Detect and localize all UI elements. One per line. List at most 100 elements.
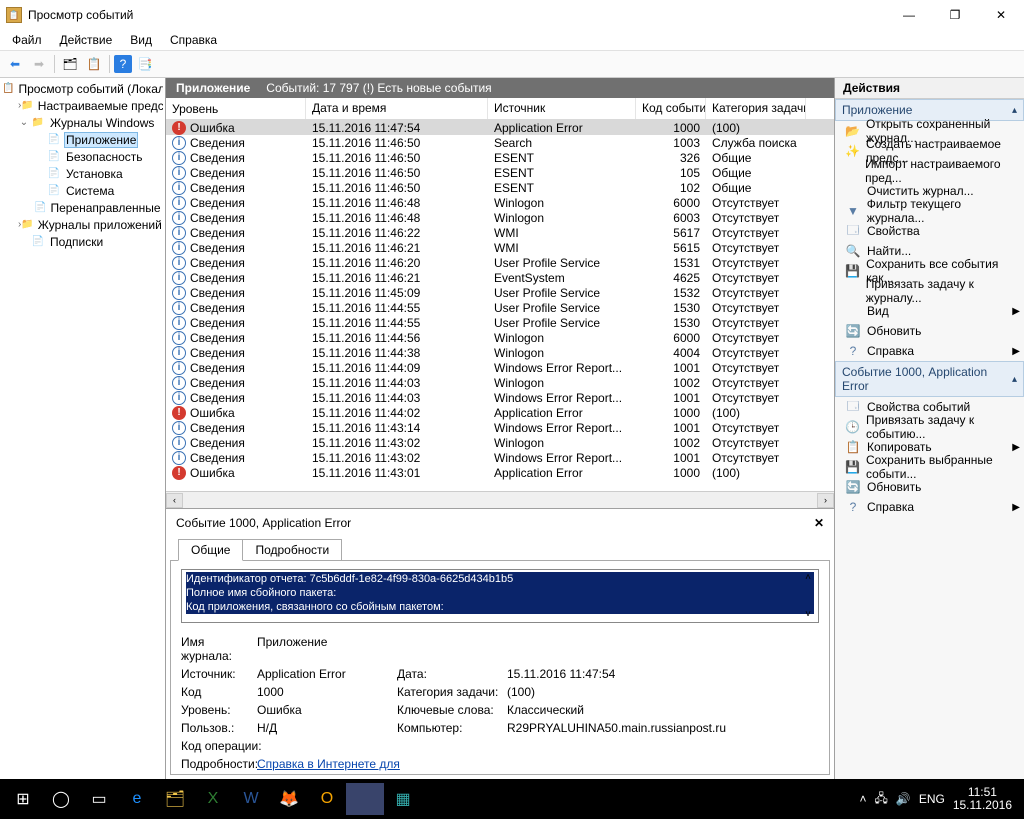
event-row[interactable]: iСведения 15.11.2016 11:44:38 Winlogon 4…	[166, 345, 834, 360]
col-eventid[interactable]: Код события	[636, 98, 706, 119]
event-row[interactable]: iСведения 15.11.2016 11:46:50 Search 100…	[166, 135, 834, 150]
scroll-down-icon[interactable]: ˅	[800, 609, 816, 620]
excel-icon[interactable]: X	[194, 783, 232, 815]
tray-network-icon[interactable]: 🖧	[874, 789, 887, 810]
detail-message-box[interactable]: Идентификатор отчета: 7c5b6ddf-1e82-4f99…	[181, 569, 819, 623]
col-source[interactable]: Источник	[488, 98, 636, 119]
detail-close-button[interactable]: ✕	[814, 516, 824, 530]
center-pane: Приложение Событий: 17 797 (!) Есть новы…	[166, 78, 835, 779]
actions-section-label: Приложение	[842, 103, 912, 117]
scroll-right-button[interactable]: ›	[817, 493, 834, 508]
actions-section-event[interactable]: Событие 1000, Application Error ▴	[835, 361, 1024, 397]
action-icon: 📂	[845, 124, 860, 138]
close-button[interactable]: ✕	[978, 0, 1024, 30]
tree-item[interactable]: 📋Просмотр событий (Локальн	[2, 80, 163, 97]
event-row[interactable]: iСведения 15.11.2016 11:46:48 Winlogon 6…	[166, 210, 834, 225]
tree-item[interactable]: ⌄📁Журналы Windows	[2, 114, 163, 131]
tray-chevron-icon[interactable]: ˄	[859, 792, 866, 806]
tree-toggle-icon[interactable]: ⌄	[18, 117, 30, 128]
search-icon[interactable]: ◯	[42, 783, 80, 815]
event-row[interactable]: iСведения 15.11.2016 11:43:02 Windows Er…	[166, 450, 834, 465]
toolbar-button-3[interactable]: 📑	[134, 53, 156, 75]
event-row[interactable]: !Ошибка 15.11.2016 11:43:01 Application …	[166, 465, 834, 480]
event-row[interactable]: iСведения 15.11.2016 11:46:20 User Profi…	[166, 255, 834, 270]
maximize-button[interactable]: ❐	[932, 0, 978, 30]
action-item[interactable]: Импорт настраиваемого пред...	[835, 161, 1024, 181]
horizontal-scrollbar[interactable]: ‹ ›	[166, 491, 834, 508]
event-row[interactable]: iСведения 15.11.2016 11:44:55 User Profi…	[166, 300, 834, 315]
event-row[interactable]: iСведения 15.11.2016 11:44:03 Windows Er…	[166, 390, 834, 405]
app-icon-pinned[interactable]	[346, 783, 384, 815]
event-row[interactable]: iСведения 15.11.2016 11:46:50 ESENT 326 …	[166, 150, 834, 165]
toolbar-button-2[interactable]: 📋	[83, 53, 105, 75]
action-item[interactable]: 🔄Обновить	[835, 321, 1024, 341]
tree-node-label: Журналы приложений и сл	[36, 218, 163, 232]
event-row[interactable]: iСведения 15.11.2016 11:45:09 User Profi…	[166, 285, 834, 300]
tray-sound-icon[interactable]: 🔊	[896, 792, 911, 806]
cell-task: Отсутствует	[706, 391, 806, 405]
col-task[interactable]: Категория задачи	[706, 98, 806, 119]
event-row[interactable]: !Ошибка 15.11.2016 11:47:54 Application …	[166, 120, 834, 135]
event-row[interactable]: iСведения 15.11.2016 11:46:21 WMI 5615 О…	[166, 240, 834, 255]
explorer-icon[interactable]: 🗂	[156, 783, 194, 815]
tree-item[interactable]: ›📁Журналы приложений и сл	[2, 216, 163, 233]
tree-item[interactable]: 📄Установка	[2, 165, 163, 182]
scroll-left-button[interactable]: ‹	[166, 493, 183, 508]
help-icon[interactable]: ?	[114, 55, 132, 73]
event-row[interactable]: iСведения 15.11.2016 11:46:50 ESENT 102 …	[166, 180, 834, 195]
tree-item[interactable]: 📄Подписки	[2, 233, 163, 250]
menu-view[interactable]: Вид	[122, 31, 160, 49]
tree-item[interactable]: ›📁Настраиваемые представл...	[2, 97, 163, 114]
action-item[interactable]: 🕒Привязать задачу к событию...	[835, 417, 1024, 437]
clock[interactable]: 11:51 15.11.2016	[953, 786, 1012, 812]
action-item[interactable]: ?Справка▶	[835, 497, 1024, 517]
event-row[interactable]: iСведения 15.11.2016 11:46:22 WMI 5617 О…	[166, 225, 834, 240]
event-row[interactable]: iСведения 15.11.2016 11:44:55 User Profi…	[166, 315, 834, 330]
event-row[interactable]: iСведения 15.11.2016 11:46:50 ESENT 105 …	[166, 165, 834, 180]
tab-general[interactable]: Общие	[178, 539, 243, 561]
cell-task: (100)	[706, 466, 806, 480]
action-item[interactable]: Привязать задачу к журналу...	[835, 281, 1024, 301]
toolbar-divider	[109, 55, 110, 73]
action-item[interactable]: ▼Фильтр текущего журнала...	[835, 201, 1024, 221]
cell-source: WMI	[488, 226, 636, 240]
event-row[interactable]: iСведения 15.11.2016 11:44:09 Windows Er…	[166, 360, 834, 375]
edge-icon[interactable]: e	[118, 783, 156, 815]
cell-task: Отсутствует	[706, 316, 806, 330]
outlook-icon[interactable]: O	[308, 783, 346, 815]
minimize-button[interactable]: —	[886, 0, 932, 30]
menu-action[interactable]: Действие	[52, 31, 121, 49]
event-row[interactable]: iСведения 15.11.2016 11:43:14 Windows Er…	[166, 420, 834, 435]
menu-help[interactable]: Справка	[162, 31, 225, 49]
menu-file[interactable]: Файл	[4, 31, 50, 49]
event-row[interactable]: !Ошибка 15.11.2016 11:44:02 Application …	[166, 405, 834, 420]
tree-item[interactable]: 📄Безопасность	[2, 148, 163, 165]
col-level[interactable]: Уровень	[166, 98, 306, 119]
event-row[interactable]: iСведения 15.11.2016 11:43:02 Winlogon 1…	[166, 435, 834, 450]
app-icon-pinned[interactable]: ▦	[384, 783, 422, 815]
tab-details[interactable]: Подробности	[242, 539, 342, 560]
event-row[interactable]: iСведения 15.11.2016 11:44:56 Winlogon 6…	[166, 330, 834, 345]
start-button[interactable]: ⊞	[4, 783, 42, 815]
event-row[interactable]: iСведения 15.11.2016 11:44:03 Winlogon 1…	[166, 375, 834, 390]
event-row[interactable]: iСведения 15.11.2016 11:46:48 Winlogon 6…	[166, 195, 834, 210]
action-item[interactable]: ?Справка▶	[835, 341, 1024, 361]
scroll-up-icon[interactable]: ˄	[800, 572, 816, 583]
tree-item[interactable]: 📄Перенаправленные соб	[2, 199, 163, 216]
tree-item[interactable]: 📄Приложение	[2, 131, 163, 148]
word-icon[interactable]: W	[232, 783, 270, 815]
col-date[interactable]: Дата и время	[306, 98, 488, 119]
event-row[interactable]: iСведения 15.11.2016 11:46:21 EventSyste…	[166, 270, 834, 285]
tree-item[interactable]: 📄Система	[2, 182, 163, 199]
toolbar-button-1[interactable]: 🗂	[59, 53, 81, 75]
forward-button[interactable]: ➡	[28, 53, 50, 75]
help-link[interactable]: Справка в Интернете для	[257, 757, 400, 771]
back-button[interactable]: ⬅	[4, 53, 26, 75]
taskview-icon[interactable]: ▭	[80, 783, 118, 815]
firefox-icon[interactable]: 🦊	[270, 783, 308, 815]
action-item[interactable]: 💾Сохранить выбранные событи...	[835, 457, 1024, 477]
tray-lang[interactable]: ENG	[919, 792, 945, 806]
grid-body[interactable]: !Ошибка 15.11.2016 11:47:54 Application …	[166, 120, 834, 491]
navigation-tree[interactable]: 📋Просмотр событий (Локальн›📁Настраиваемы…	[0, 78, 166, 779]
message-scroll[interactable]: ˄ ˅	[800, 572, 816, 620]
